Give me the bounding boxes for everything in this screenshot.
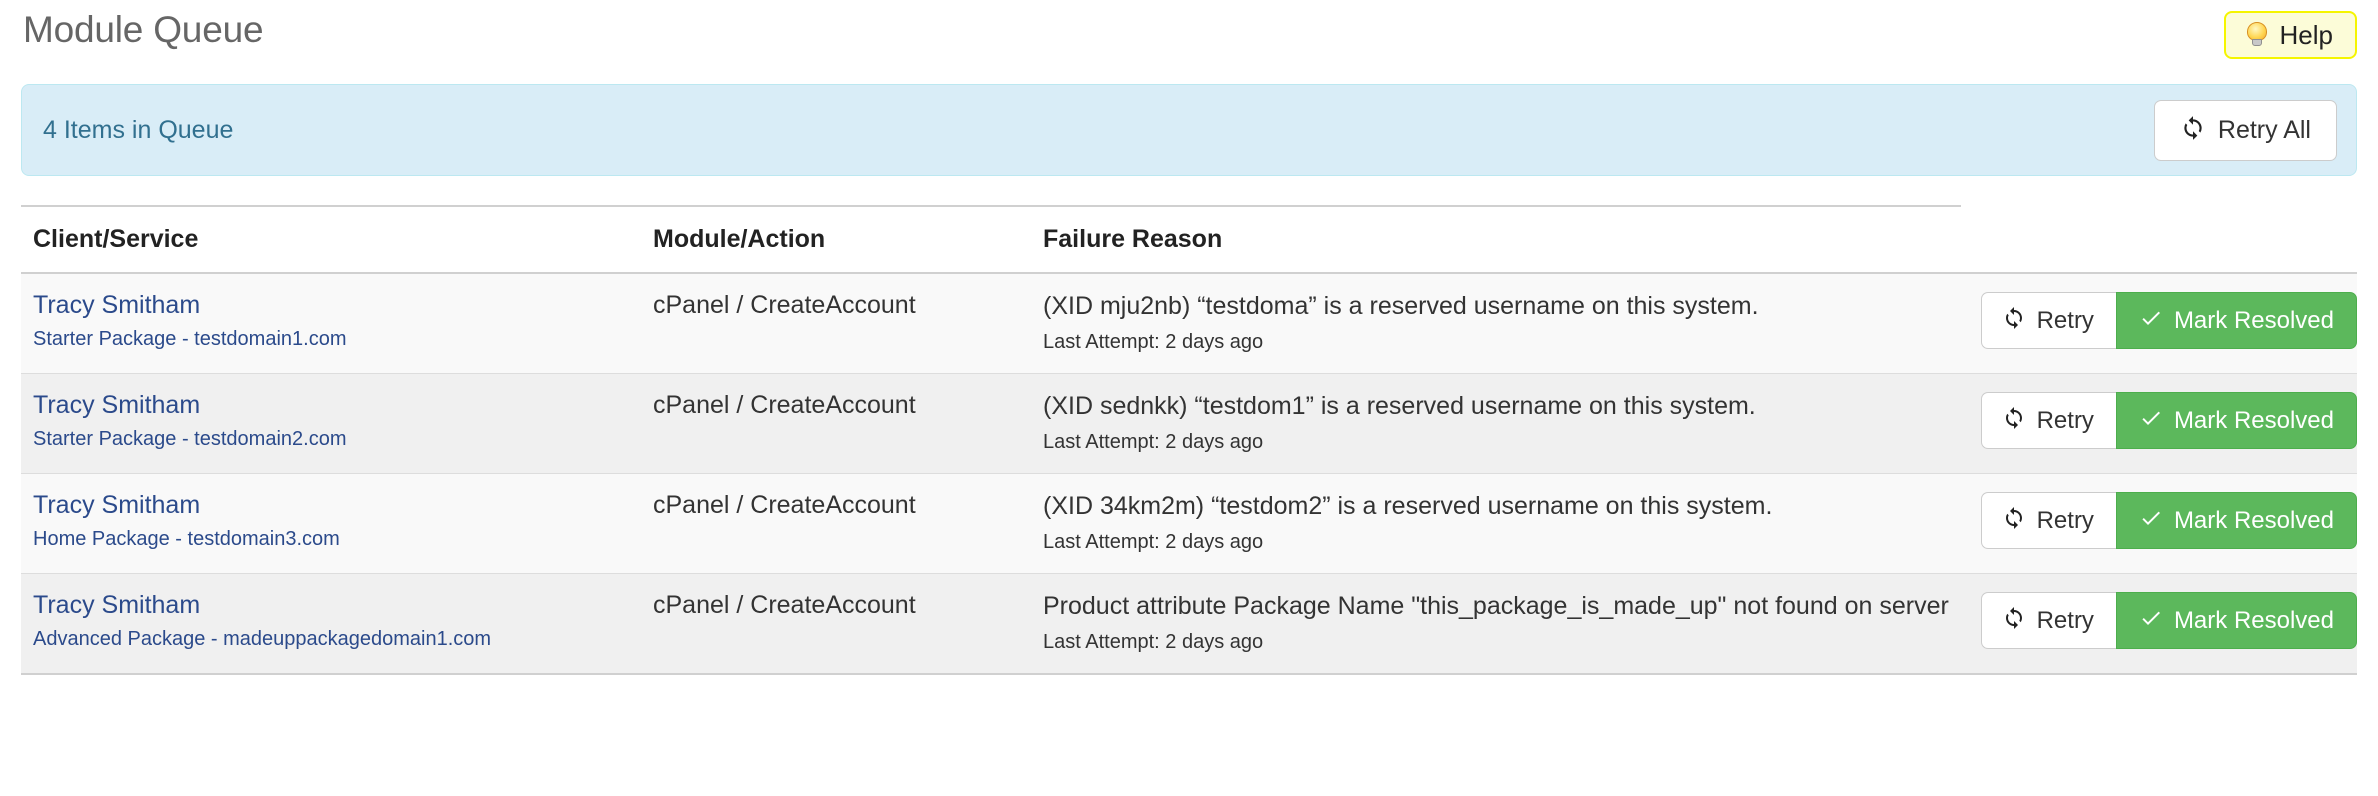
refresh-icon [2002,306,2026,335]
client-link[interactable]: Tracy Smitham [33,590,629,621]
last-attempt-text: Last Attempt: 2 days ago [1043,531,1264,553]
client-service-cell: Tracy Smitham Starter Package - testdoma… [21,273,641,374]
table-head: Client/Service Module/Action Failure Rea… [21,205,2357,274]
refresh-icon [2002,506,2026,535]
mark-resolved-label: Mark Resolved [2173,606,2334,634]
client-service-cell: Tracy Smitham Starter Package - testdoma… [21,373,641,474]
failure-reason-text: (XID 34km2m) “testdom2” is a reserved us… [1043,492,1773,520]
refresh-icon [2002,606,2026,635]
client-link[interactable]: Tracy Smitham [33,390,629,421]
mark-resolved-button[interactable]: Mark Resolved [2115,292,2357,349]
failure-reason-text: (XID mju2nb) “testdoma” is a reserved us… [1043,292,1759,320]
service-link[interactable]: Starter Package - testdomain1.com [33,326,629,352]
retry-all-label: Retry All [2217,115,2311,144]
client-service-cell: Tracy Smitham Advanced Package - madeupp… [21,573,641,675]
mark-resolved-label: Mark Resolved [2173,506,2334,534]
table-row: Tracy Smitham Starter Package - testdoma… [21,373,2357,474]
retry-button-label: Retry [2036,306,2094,334]
page-header: Module Queue Help [21,0,2357,78]
row-actions-cell: Retry Mark Resolved [1961,573,2357,675]
failure-reason-cell: (XID sednkk) “testdom1” is a reserved us… [1031,373,1961,474]
client-link[interactable]: Tracy Smitham [33,290,629,321]
row-actions-cell: Retry Mark Resolved [1961,473,2357,574]
module-action-label: cPanel / CreateAccount [653,291,916,319]
row-actions-cell: Retry Mark Resolved [1961,273,2357,374]
retry-button-label: Retry [2036,606,2094,634]
module-action-cell: cPanel / CreateAccount [641,373,1031,474]
check-icon [2139,506,2163,535]
retry-button[interactable]: Retry [1980,392,2116,449]
mark-resolved-label: Mark Resolved [2173,306,2334,334]
retry-button[interactable]: Retry [1980,592,2116,649]
table-row: Tracy Smitham Starter Package - testdoma… [21,273,2357,374]
module-action-cell: cPanel / CreateAccount [641,273,1031,374]
module-action-label: cPanel / CreateAccount [653,491,916,519]
page-title: Module Queue [23,9,264,50]
failure-reason-cell: (XID 34km2m) “testdom2” is a reserved us… [1031,473,1961,574]
failure-reason-cell: (XID mju2nb) “testdoma” is a reserved us… [1031,273,1961,374]
row-action-button-group: Retry Mark Resolved [1980,492,2357,549]
failure-reason-cell: Product attribute Package Name "this_pac… [1031,573,1961,675]
retry-all-button[interactable]: Retry All [2153,99,2337,161]
lightbulb-icon [2244,22,2270,48]
table-row: Tracy Smitham Home Package - testdomain3… [21,473,2357,574]
mark-resolved-button[interactable]: Mark Resolved [2115,492,2357,549]
table-row: Tracy Smitham Advanced Package - madeupp… [21,573,2357,675]
table-body: Tracy Smitham Starter Package - testdoma… [21,273,2357,675]
help-button[interactable]: Help [2223,11,2357,59]
queue-count-alert: 4 Items in Queue Retry All [21,84,2357,176]
refresh-icon [2002,406,2026,435]
module-queue-table: Client/Service Module/Action Failure Rea… [21,205,2357,675]
retry-button[interactable]: Retry [1980,492,2116,549]
failure-reason-text: Product attribute Package Name "this_pac… [1043,592,1949,620]
check-icon [2139,606,2163,635]
last-attempt-text: Last Attempt: 2 days ago [1043,631,1264,653]
help-button-label: Help [2279,20,2333,50]
service-link[interactable]: Home Package - testdomain3.com [33,526,629,552]
row-action-button-group: Retry Mark Resolved [1980,592,2357,649]
retry-button-label: Retry [2036,406,2094,434]
retry-button-label: Retry [2036,506,2094,534]
mark-resolved-label: Mark Resolved [2173,406,2334,434]
column-header-failure-reason: Failure Reason [1031,205,1961,274]
service-link[interactable]: Advanced Package - madeuppackagedomain1.… [33,626,629,652]
mark-resolved-button[interactable]: Mark Resolved [2115,392,2357,449]
check-icon [2139,406,2163,435]
failure-reason-text: (XID sednkk) “testdom1” is a reserved us… [1043,392,1756,420]
column-header-client-service: Client/Service [21,205,641,274]
module-queue-page: Module Queue Help 4 Items in Queue Retry… [0,0,2378,796]
table-header-row: Client/Service Module/Action Failure Rea… [21,205,2357,274]
column-header-actions [1961,205,2357,274]
service-link[interactable]: Starter Package - testdomain2.com [33,426,629,452]
refresh-icon [2180,115,2206,146]
row-action-button-group: Retry Mark Resolved [1980,292,2357,349]
last-attempt-text: Last Attempt: 2 days ago [1043,431,1264,453]
mark-resolved-button[interactable]: Mark Resolved [2115,592,2357,649]
client-service-cell: Tracy Smitham Home Package - testdomain3… [21,473,641,574]
last-attempt-text: Last Attempt: 2 days ago [1043,331,1264,353]
queue-count-label: 4 Items in Queue [43,115,234,144]
module-action-label: cPanel / CreateAccount [653,391,916,419]
row-action-button-group: Retry Mark Resolved [1980,392,2357,449]
module-action-label: cPanel / CreateAccount [653,591,916,619]
column-header-module-action: Module/Action [641,205,1031,274]
client-link[interactable]: Tracy Smitham [33,490,629,521]
row-actions-cell: Retry Mark Resolved [1961,373,2357,474]
check-icon [2139,306,2163,335]
retry-button[interactable]: Retry [1980,292,2116,349]
module-action-cell: cPanel / CreateAccount [641,473,1031,574]
module-action-cell: cPanel / CreateAccount [641,573,1031,675]
